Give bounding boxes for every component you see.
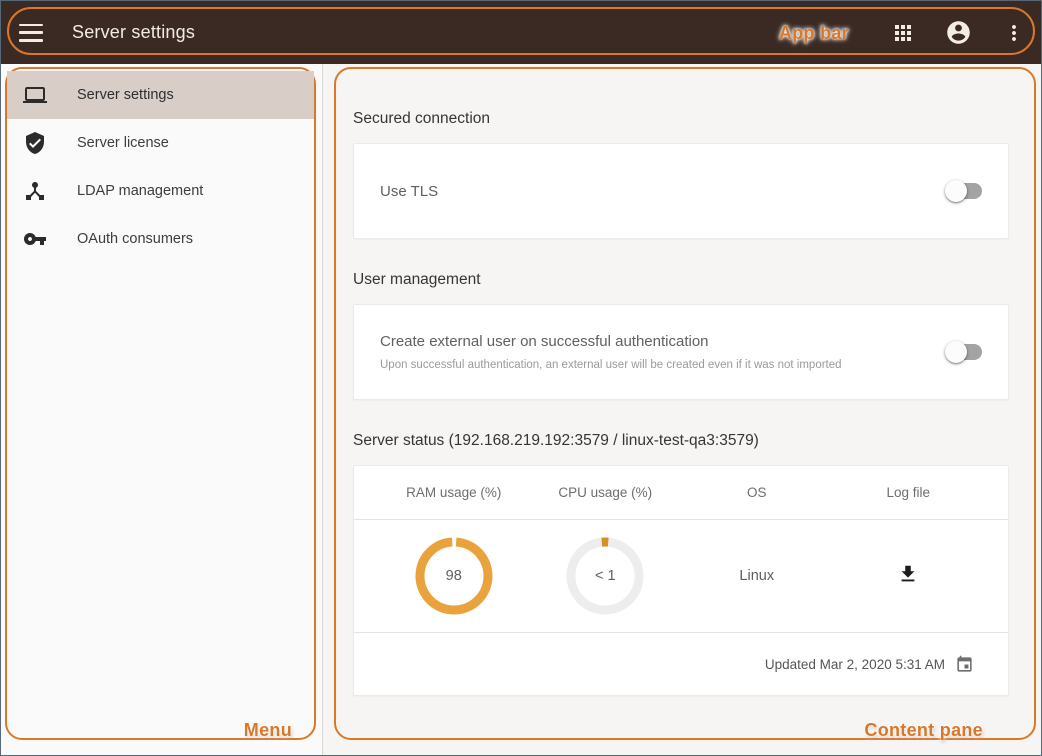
sidebar-item-label: OAuth consumers <box>77 231 193 247</box>
secured-connection-heading: Secured connection <box>353 110 1009 128</box>
os-value: Linux <box>739 568 774 584</box>
column-header-os: OS <box>681 485 833 500</box>
create-external-user-hint: Upon successful authentication, an exter… <box>380 359 875 371</box>
create-external-user-label: Create external user on successful authe… <box>380 333 875 350</box>
use-tls-toggle[interactable] <box>945 180 982 202</box>
create-external-user-card: Create external user on successful authe… <box>353 304 1009 400</box>
sidebar-item-label: Server settings <box>77 87 174 103</box>
key-icon <box>23 227 47 251</box>
refresh-date-button[interactable] <box>955 655 974 674</box>
sidebar-item-label: Server license <box>77 135 169 151</box>
download-icon <box>897 563 919 585</box>
sidebar-item-server-settings[interactable]: Server settings <box>7 71 314 119</box>
status-table-header: RAM usage (%) CPU usage (%) OS Log file <box>354 466 1008 520</box>
user-management-heading: User management <box>353 271 1009 289</box>
hub-icon <box>23 179 47 203</box>
create-external-user-toggle[interactable] <box>945 341 982 363</box>
account-circle-icon[interactable] <box>945 19 972 46</box>
ram-usage-value: 98 <box>414 536 494 616</box>
sidebar-item-server-license[interactable]: Server license <box>7 119 314 167</box>
cpu-usage-donut: < 1 <box>565 536 645 616</box>
content-pane-annotation-label: Content pane <box>864 720 983 741</box>
sidebar-item-oauth-consumers[interactable]: OAuth consumers <box>7 215 314 263</box>
sidebar-item-ldap-management[interactable]: LDAP management <box>7 167 314 215</box>
ram-usage-donut: 98 <box>414 536 494 616</box>
sidebar-menu: Server settings Server license LDAP mana… <box>1 64 323 755</box>
menu-hamburger-icon[interactable] <box>19 24 43 42</box>
app-bar-annotation-label: App bar <box>779 23 849 44</box>
column-header-ram: RAM usage (%) <box>378 485 530 500</box>
menu-annotation-label: Menu <box>244 720 292 741</box>
app-bar: Server settings App bar <box>1 1 1041 64</box>
use-tls-card: Use TLS <box>353 143 1009 239</box>
use-tls-label: Use TLS <box>380 183 875 200</box>
server-status-heading: Server status (192.168.219.192:3579 / li… <box>353 432 1009 450</box>
computer-icon <box>23 83 47 107</box>
status-table-row: 98 < 1 Linux <box>354 520 1008 633</box>
sidebar-item-label: LDAP management <box>77 183 203 199</box>
shield-check-icon <box>23 131 47 155</box>
more-vert-icon[interactable] <box>1002 21 1026 45</box>
apps-grid-icon[interactable] <box>891 21 915 45</box>
updated-timestamp: Updated Mar 2, 2020 5:31 AM <box>765 657 945 672</box>
page-title: Server settings <box>72 22 195 43</box>
column-header-logfile: Log file <box>833 485 985 500</box>
content-pane: Secured connection Use TLS User manageme… <box>323 64 1041 755</box>
server-status-card: RAM usage (%) CPU usage (%) OS Log file … <box>353 465 1009 696</box>
status-footer: Updated Mar 2, 2020 5:31 AM <box>354 633 1008 695</box>
calendar-icon <box>955 655 974 674</box>
cpu-usage-value: < 1 <box>565 536 645 616</box>
download-log-button[interactable] <box>897 563 919 585</box>
column-header-cpu: CPU usage (%) <box>530 485 682 500</box>
